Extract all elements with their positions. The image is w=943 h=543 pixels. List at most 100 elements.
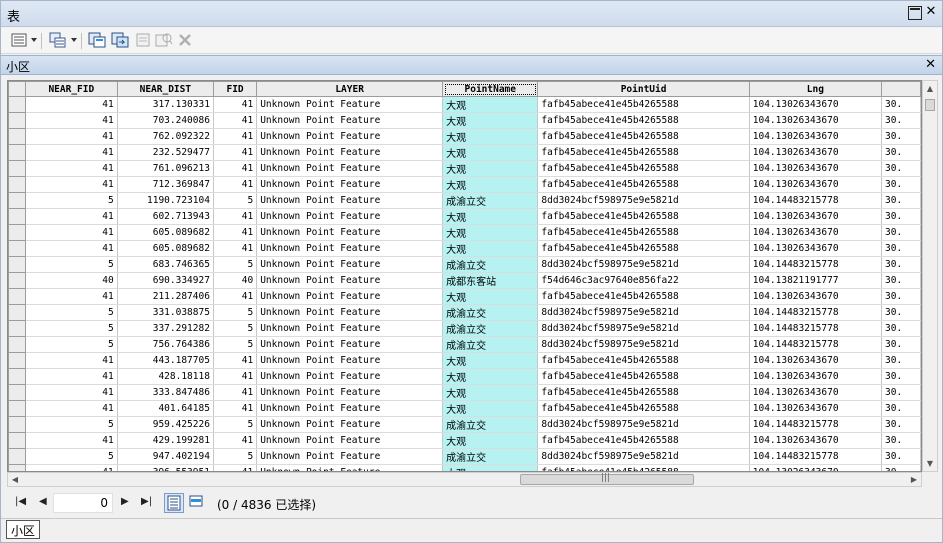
truncated-cell[interactable]: 30.: [881, 400, 921, 417]
table-row[interactable]: 41 401.64185 41 Unknown Point Feature 大观 fafb…: [8, 400, 921, 417]
truncated-cell[interactable]: 30.: [881, 352, 921, 369]
pointuid-cell[interactable]: fafb45abece41e45b4265588: [537, 112, 750, 129]
row-selector[interactable]: [8, 96, 26, 113]
vertical-scrollbar[interactable]: ▲ ▼: [922, 80, 938, 472]
truncated-cell[interactable]: 30.: [881, 368, 921, 385]
zoom-to-selected-icon[interactable]: [155, 32, 173, 50]
layer-cell[interactable]: Unknown Point Feature: [256, 144, 444, 161]
near-dist-cell[interactable]: 761.096213: [117, 160, 214, 177]
row-selector[interactable]: [8, 256, 26, 273]
first-record-icon[interactable]: |◀: [15, 496, 26, 507]
near-dist-cell[interactable]: 443.187705: [117, 352, 214, 369]
lng-cell[interactable]: 104.13026343670: [749, 384, 883, 401]
layer-cell[interactable]: Unknown Point Feature: [256, 192, 444, 209]
lng-cell[interactable]: 104.13026343670: [749, 352, 883, 369]
column-header-lng[interactable]: Lng: [748, 81, 883, 97]
delete-selected-icon[interactable]: [178, 33, 192, 51]
table-row[interactable]: 41396.55395141Unknown Point Feature大观faf…: [8, 464, 921, 471]
row-selector[interactable]: [8, 416, 26, 433]
column-header-truncated[interactable]: [881, 81, 921, 97]
pointname-cell[interactable]: 大观: [442, 144, 539, 161]
lng-cell[interactable]: 104.13026343670: [749, 224, 883, 241]
near-dist-cell[interactable]: 959.425226: [117, 416, 214, 433]
layer-cell[interactable]: Unknown Point Feature: [256, 96, 444, 113]
fid-cell[interactable]: 41: [213, 240, 258, 257]
layer-cell[interactable]: Unknown Point Feature: [256, 400, 444, 417]
truncated-cell[interactable]: 30.: [881, 192, 921, 209]
fid-cell[interactable]: 41: [213, 144, 258, 161]
row-selector[interactable]: [8, 176, 26, 193]
near-fid-cell[interactable]: 41: [25, 112, 118, 129]
scroll-down-icon[interactable]: ▼: [923, 456, 937, 471]
row-selector[interactable]: [8, 304, 26, 321]
near-fid-cell[interactable]: 41: [25, 144, 118, 161]
pointuid-cell[interactable]: f54d646c3ac97640e856fa22: [537, 272, 750, 289]
table-row[interactable]: 41 762.092322 41 Unknown Point Feature 大观 faf…: [8, 128, 921, 145]
table-row[interactable]: 5 683.746365 5 Unknown Point Feature 成渝立交 8dd…: [8, 256, 921, 273]
pointuid-cell[interactable]: fafb45abece41e45b4265588: [537, 368, 750, 385]
table-row[interactable]: 41 429.199281 41 Unknown Point Feature 大观 faf…: [8, 432, 921, 449]
truncated-cell[interactable]: 30.: [881, 272, 921, 289]
near-dist-cell[interactable]: 602.713943: [117, 208, 214, 225]
row-selector[interactable]: [8, 160, 26, 177]
fid-cell[interactable]: 41: [213, 176, 258, 193]
near-dist-cell[interactable]: 333.847486: [117, 384, 214, 401]
pointuid-cell[interactable]: fafb45abece41e45b4265588: [537, 160, 750, 177]
pointname-cell[interactable]: 大观: [442, 128, 539, 145]
fid-cell[interactable]: 41: [213, 432, 258, 449]
pointuid-cell[interactable]: 8dd3024bcf598975e9e5821d: [537, 256, 750, 273]
pointuid-cell[interactable]: fafb45abece41e45b4265588: [537, 352, 750, 369]
table-row[interactable]: 40 690.334927 40 Unknown Point Feature 成都东客站…: [8, 272, 921, 289]
truncated-cell[interactable]: 30.: [881, 176, 921, 193]
row-selector[interactable]: [8, 352, 26, 369]
fid-cell[interactable]: 41: [213, 368, 258, 385]
pointname-cell[interactable]: 大观: [442, 176, 539, 193]
layer-cell[interactable]: Unknown Point Feature: [256, 448, 444, 465]
pointuid-cell[interactable]: fafb45abece41e45b4265588: [537, 432, 750, 449]
pointname-cell[interactable]: 大观: [442, 464, 539, 471]
layer-cell[interactable]: Unknown Point Feature: [256, 272, 444, 289]
near-fid-cell[interactable]: 41: [25, 160, 118, 177]
lng-cell[interactable]: 104.13026343670: [749, 144, 883, 161]
maximize-icon[interactable]: [908, 6, 922, 20]
table-row[interactable]: 41 232.529477 41 Unknown Point Feature 大观 faf…: [8, 144, 921, 161]
truncated-cell[interactable]: 30.: [881, 336, 921, 353]
pointname-cell[interactable]: 成渝立交: [442, 192, 539, 209]
near-dist-cell[interactable]: 690.334927: [117, 272, 214, 289]
fid-cell[interactable]: 41: [213, 224, 258, 241]
row-selector[interactable]: [8, 224, 26, 241]
truncated-cell[interactable]: 30.: [881, 240, 921, 257]
table-row[interactable]: 41 602.713943 41 Unknown Point Feature 大观 faf…: [8, 208, 921, 225]
lng-cell[interactable]: 104.14483215778: [749, 448, 883, 465]
fid-cell[interactable]: 41: [213, 384, 258, 401]
pointname-cell[interactable]: 成渝立交: [442, 320, 539, 337]
lng-cell[interactable]: 104.13026343670: [749, 240, 883, 257]
pointname-cell[interactable]: 大观: [442, 224, 539, 241]
layer-cell[interactable]: Unknown Point Feature: [256, 368, 444, 385]
scroll-left-icon[interactable]: ◀: [8, 473, 22, 486]
show-selected-records-button[interactable]: [187, 493, 207, 513]
truncated-cell[interactable]: 30.: [881, 448, 921, 465]
near-dist-cell[interactable]: 331.038875: [117, 304, 214, 321]
fid-cell[interactable]: 5: [213, 256, 258, 273]
near-fid-cell[interactable]: 5: [25, 416, 118, 433]
layer-cell[interactable]: Unknown Point Feature: [256, 336, 444, 353]
layer-cell[interactable]: Unknown Point Feature: [256, 176, 444, 193]
next-record-icon[interactable]: ▶: [121, 496, 129, 507]
column-header-pointname[interactable]: PointName: [442, 81, 539, 97]
table-row[interactable]: 41 712.369847 41 Unknown Point Feature 大观 faf…: [8, 176, 921, 193]
near-dist-cell[interactable]: 396.553951: [117, 464, 214, 471]
lng-cell[interactable]: 104.13026343670: [749, 400, 883, 417]
pointuid-cell[interactable]: 8dd3024bcf598975e9e5821d: [537, 320, 750, 337]
fid-cell[interactable]: 41: [213, 208, 258, 225]
row-selector[interactable]: [8, 192, 26, 209]
close-icon[interactable]: ✕: [924, 5, 938, 20]
near-fid-cell[interactable]: 41: [25, 400, 118, 417]
pointname-cell[interactable]: 大观: [442, 208, 539, 225]
fid-cell[interactable]: 5: [213, 304, 258, 321]
select-all-cell[interactable]: [8, 81, 26, 97]
table-row[interactable]: 41 428.18118 41 Unknown Point Feature 大观 fafb…: [8, 368, 921, 385]
table-options-dropdown-icon[interactable]: [31, 38, 37, 42]
layer-cell[interactable]: Unknown Point Feature: [256, 160, 444, 177]
truncated-cell[interactable]: 30.: [881, 320, 921, 337]
